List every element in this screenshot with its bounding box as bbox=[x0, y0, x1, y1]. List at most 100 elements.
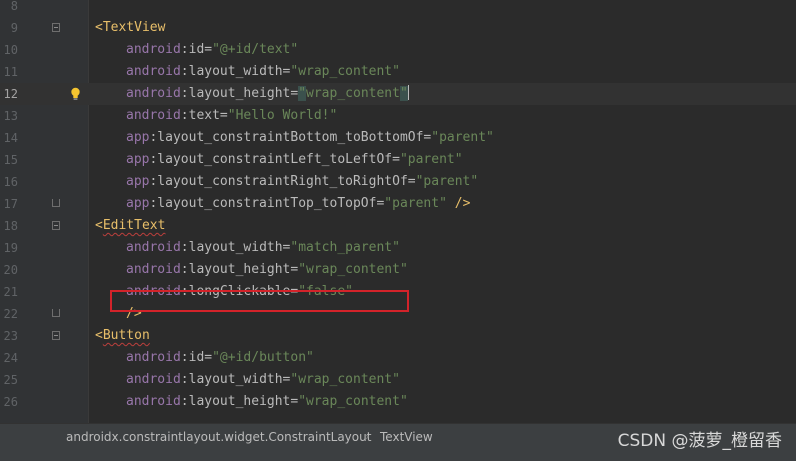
code-token: :layout_constraintBottom_toBottomOf= bbox=[149, 130, 432, 145]
code-token: "parent" bbox=[399, 152, 463, 167]
breadcrumb-constraintlayout[interactable]: androidx.constraintlayout.widget.Constra… bbox=[66, 424, 371, 450]
line-number: 18 bbox=[3, 219, 18, 233]
line-number: 11 bbox=[3, 65, 18, 79]
line-number: 17 bbox=[3, 197, 18, 211]
code-token: <TextView bbox=[95, 20, 166, 35]
line-number: 14 bbox=[3, 131, 18, 145]
code-line-19[interactable]: 19 android:layout_width="match_parent" bbox=[0, 237, 796, 259]
code-token: app bbox=[126, 130, 150, 145]
code-text: android:text="Hello World!" bbox=[126, 105, 337, 127]
code-token: " bbox=[399, 86, 408, 101]
code-token: "parent" bbox=[384, 196, 447, 211]
watermark: CSDN @菠萝_橙留香 bbox=[617, 431, 782, 451]
code-token: "parent" bbox=[415, 174, 479, 189]
code-token: < bbox=[95, 328, 103, 343]
code-token: :text= bbox=[180, 108, 228, 123]
code-token: :layout_constraintRight_toRightOf= bbox=[149, 174, 416, 189]
code-token: "wrap_content" bbox=[290, 372, 400, 387]
code-token: "@+id/text" bbox=[212, 42, 299, 57]
code-line-14[interactable]: 14 app:layout_constraintBottom_toBottomOf… bbox=[0, 127, 796, 149]
code-line-17[interactable]: 17 app:layout_constraintTop_toTopOf="pare… bbox=[0, 193, 796, 215]
code-token: android bbox=[126, 394, 181, 409]
code-text: android:id="@+id/button" bbox=[126, 347, 314, 369]
code-text: android:layout_width="wrap_content" bbox=[126, 61, 400, 83]
code-token: android bbox=[126, 262, 181, 277]
code-text: android:layout_width="match_parent" bbox=[126, 237, 400, 259]
code-line-13[interactable]: 13 android:text="Hello World!" bbox=[0, 105, 796, 127]
line-number: 26 bbox=[3, 395, 18, 409]
code-token: android bbox=[126, 240, 181, 255]
code-editor[interactable]: 8 9 <TextView 10 android:id="@+id/text" 11 and… bbox=[0, 0, 796, 423]
code-text: android:layout_width="wrap_content" bbox=[126, 369, 400, 391]
lightbulb-icon[interactable] bbox=[69, 87, 82, 101]
text-caret bbox=[407, 85, 409, 100]
code-token: Button bbox=[102, 328, 150, 343]
line-number: 22 bbox=[3, 307, 18, 321]
fold-collapse-icon[interactable] bbox=[52, 221, 60, 230]
code-token: app bbox=[126, 196, 150, 211]
breadcrumb-separator: › bbox=[365, 430, 370, 443]
code-token: /> bbox=[446, 196, 471, 211]
line-number: 12 bbox=[3, 87, 18, 101]
code-text: app:layout_constraintRight_toRightOf="pa… bbox=[126, 171, 478, 193]
code-token: :id= bbox=[180, 350, 213, 365]
fold-end-icon[interactable] bbox=[52, 199, 60, 207]
code-token: :layout_constraintTop_toTopOf= bbox=[149, 196, 385, 211]
line-number: 25 bbox=[3, 373, 18, 387]
code-line-26[interactable]: 26 android:layout_height="wrap_content" bbox=[0, 391, 796, 413]
code-token: " bbox=[298, 86, 307, 101]
code-line-18[interactable]: 18 <EditText bbox=[0, 215, 796, 237]
code-token: "Hello World!" bbox=[227, 108, 338, 123]
code-text: app:layout_constraintTop_toTopOf="parent… bbox=[126, 193, 470, 215]
code-text: android:layout_height="wrap_content" bbox=[126, 83, 409, 105]
line-number: 13 bbox=[3, 109, 18, 123]
code-token: "@+id/button" bbox=[212, 350, 314, 365]
highlight-box bbox=[110, 290, 409, 312]
code-line-16[interactable]: 16 app:layout_constraintRight_toRightOf="… bbox=[0, 171, 796, 193]
fold-collapse-icon[interactable] bbox=[52, 331, 60, 340]
code-line-12[interactable]: 12 android:layout_height="wrap_content" bbox=[0, 83, 796, 105]
line-number: 23 bbox=[3, 329, 18, 343]
code-token: "parent" bbox=[431, 130, 494, 145]
line-number: 9 bbox=[10, 21, 18, 35]
code-line-23[interactable]: 23 <Button bbox=[0, 325, 796, 347]
code-line-11[interactable]: 11 android:layout_width="wrap_content" bbox=[0, 61, 796, 83]
code-line-15[interactable]: 15 app:layout_constraintLeft_toLeftOf="pa… bbox=[0, 149, 796, 171]
code-token: android bbox=[126, 108, 181, 123]
line-number: 15 bbox=[3, 153, 18, 167]
code-line-10[interactable]: 10 android:id="@+id/text" bbox=[0, 39, 796, 61]
code-token: :layout_height= bbox=[180, 262, 299, 277]
code-text: <Button bbox=[95, 325, 150, 347]
code-token: "match_parent" bbox=[290, 240, 400, 255]
code-line-20[interactable]: 20 android:layout_height="wrap_content" bbox=[0, 259, 796, 281]
code-token: "wrap_content" bbox=[298, 262, 408, 277]
breadcrumb-textview[interactable]: TextView bbox=[380, 424, 433, 450]
line-number: 8 bbox=[10, 0, 18, 13]
code-text: android:layout_height="wrap_content" bbox=[126, 391, 408, 413]
code-token: < bbox=[95, 218, 103, 233]
code-token: EditText bbox=[102, 218, 166, 233]
code-line-8[interactable]: 8 bbox=[0, 0, 796, 17]
code-text: app:layout_constraintBottom_toBottomOf="… bbox=[126, 127, 494, 149]
line-number: 21 bbox=[3, 285, 18, 299]
code-token: app bbox=[126, 174, 150, 189]
code-token: android bbox=[126, 372, 181, 387]
code-token: :layout_height= bbox=[180, 86, 299, 101]
fold-collapse-icon[interactable] bbox=[52, 23, 60, 32]
fold-end-icon[interactable] bbox=[52, 309, 60, 317]
code-line-25[interactable]: 25 android:layout_width="wrap_content" bbox=[0, 369, 796, 391]
code-token: :layout_height= bbox=[180, 394, 299, 409]
code-token: android bbox=[126, 350, 181, 365]
code-token: :layout_width= bbox=[180, 64, 291, 79]
code-line-9[interactable]: 9 <TextView bbox=[0, 17, 796, 39]
code-text: android:id="@+id/text" bbox=[126, 39, 298, 61]
code-token: android bbox=[126, 86, 181, 101]
code-token: app bbox=[126, 152, 150, 167]
code-text: android:layout_height="wrap_content" bbox=[126, 259, 408, 281]
breadcrumb-bar: androidx.constraintlayout.widget.Constra… bbox=[0, 423, 796, 461]
code-token: android bbox=[126, 42, 181, 57]
code-token: wrap_content bbox=[306, 86, 400, 101]
code-token: :id= bbox=[180, 42, 213, 57]
code-line-24[interactable]: 24 android:id="@+id/button" bbox=[0, 347, 796, 369]
line-number: 19 bbox=[3, 241, 18, 255]
